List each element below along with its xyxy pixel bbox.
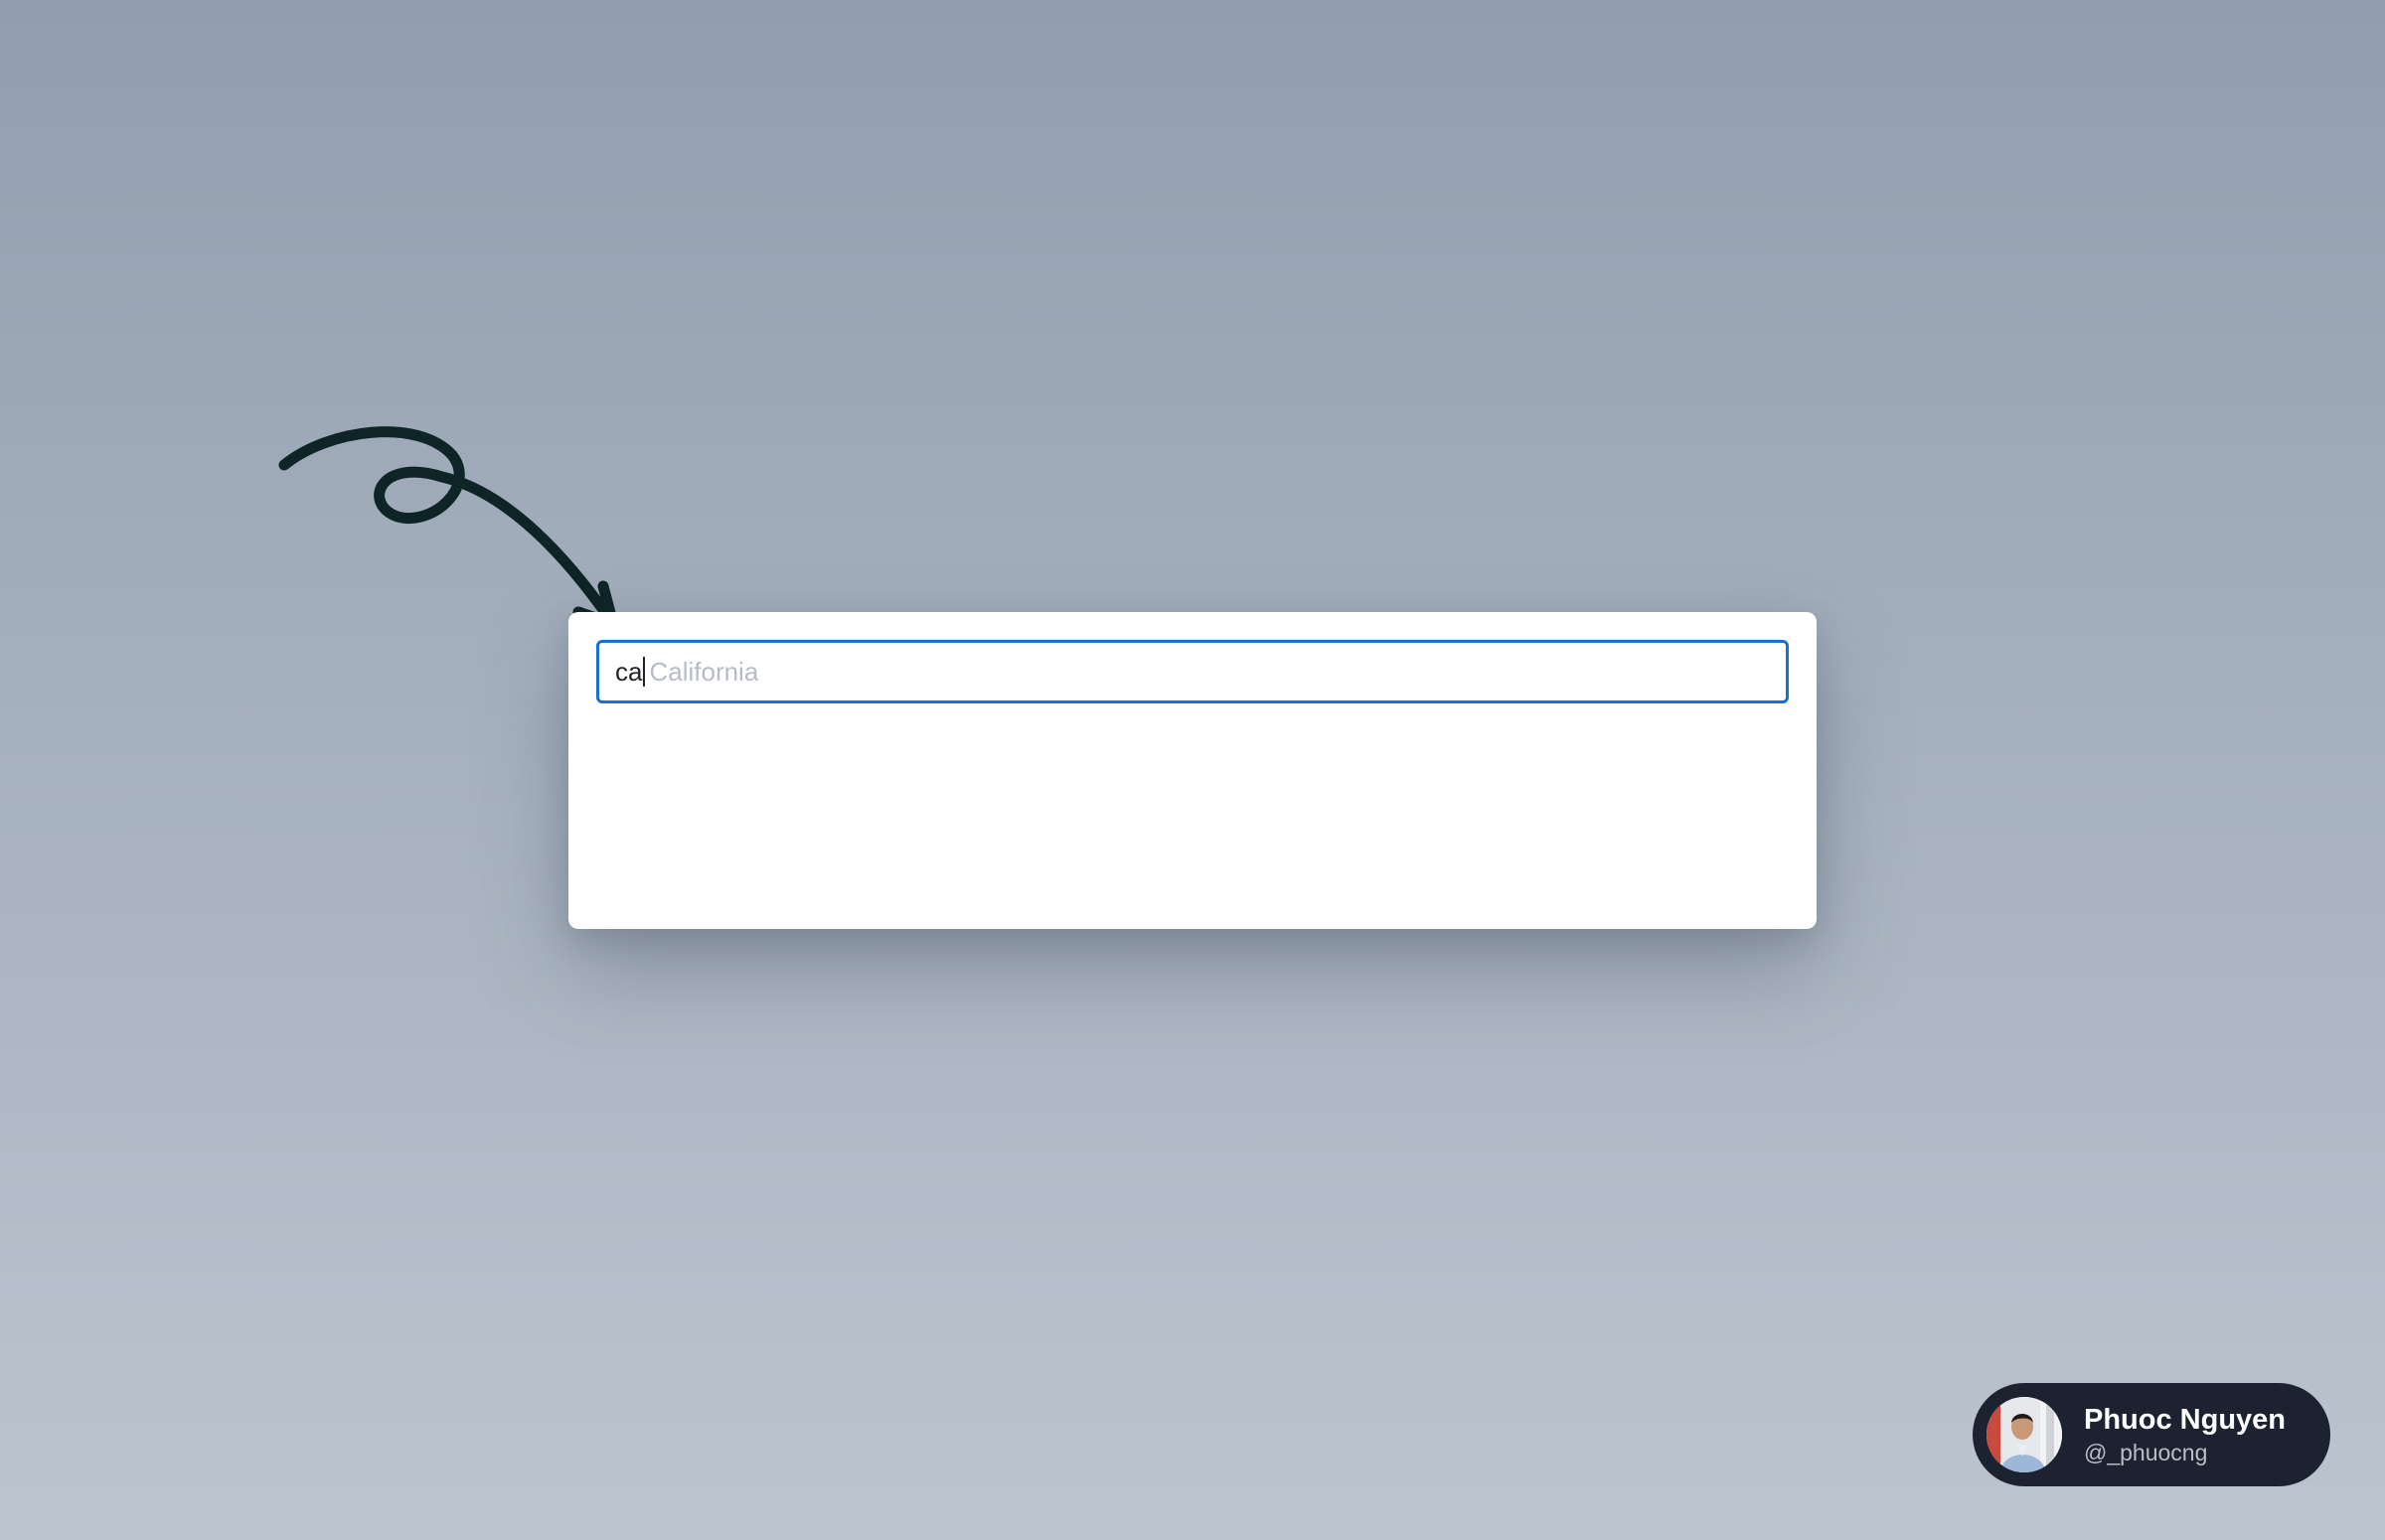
search-input[interactable]: ca California [596,640,1789,703]
avatar-photo-icon [1987,1397,2062,1472]
text-caret [643,657,646,687]
typed-text: ca [615,656,643,687]
autocomplete-card: ca California [568,612,1817,929]
profile-name: Phuoc Nguyen [2084,1404,2287,1436]
profile-handle: @_phuocng [2084,1440,2208,1465]
profile-text: Phuoc Nguyen @_phuocng [2084,1402,2286,1467]
avatar [1987,1397,2062,1472]
author-badge[interactable]: Phuoc Nguyen @_phuocng [1973,1383,2330,1486]
inline-suggestion: California [649,656,759,687]
